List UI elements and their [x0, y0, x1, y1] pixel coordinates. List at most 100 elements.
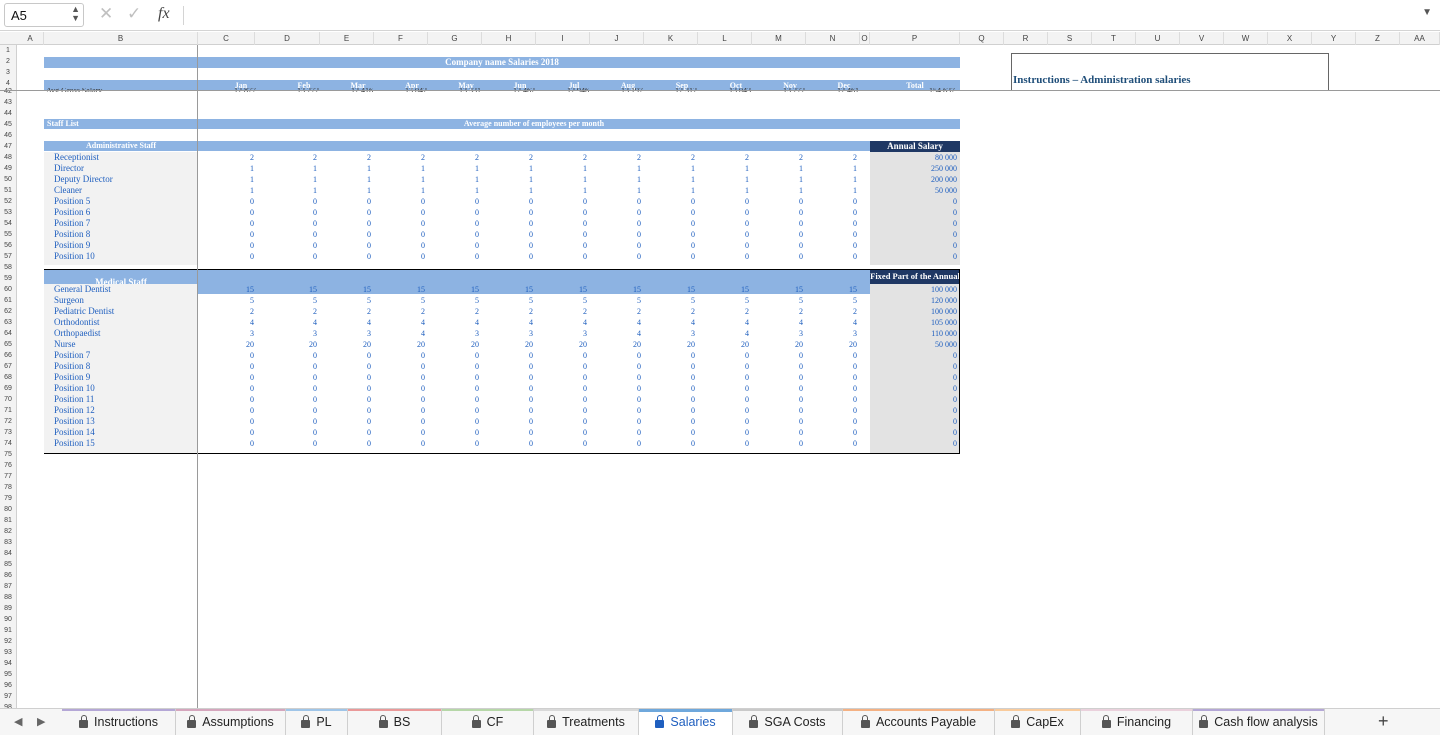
medical-staff-count[interactable]: 0 — [287, 383, 317, 394]
medical-staff-label[interactable]: Position 12 — [54, 405, 95, 416]
row-header[interactable]: 85 — [0, 559, 16, 570]
medical-staff-count[interactable]: 0 — [719, 372, 749, 383]
medical-staff-count[interactable]: 5 — [827, 295, 857, 306]
medical-staff-count[interactable]: 0 — [287, 361, 317, 372]
row-header[interactable]: 78 — [0, 482, 16, 493]
admin-staff-count[interactable]: 0 — [449, 218, 479, 229]
medical-staff-count[interactable]: 3 — [557, 328, 587, 339]
medical-staff-count[interactable]: 4 — [395, 317, 425, 328]
medical-staff-count[interactable]: 0 — [503, 383, 533, 394]
medical-staff-count[interactable]: 4 — [557, 317, 587, 328]
medical-staff-count[interactable]: 0 — [224, 383, 254, 394]
admin-staff-count[interactable]: 1 — [503, 185, 533, 196]
sheet-tab-sga-costs[interactable]: SGA Costs — [733, 709, 843, 735]
medical-staff-count[interactable]: 0 — [449, 427, 479, 438]
admin-staff-count[interactable]: 0 — [773, 196, 803, 207]
admin-staff-count[interactable]: 0 — [611, 240, 641, 251]
admin-staff-count[interactable]: 0 — [224, 218, 254, 229]
row-header[interactable]: 57 — [0, 251, 16, 262]
medical-staff-count[interactable]: 0 — [287, 394, 317, 405]
row-header[interactable]: 73 — [0, 427, 16, 438]
column-header[interactable]: AA — [1400, 32, 1440, 45]
column-header[interactable]: F — [374, 32, 428, 45]
medical-staff-count[interactable]: 0 — [287, 438, 317, 449]
medical-staff-count[interactable]: 0 — [773, 438, 803, 449]
sheet-tab-treatments[interactable]: Treatments — [534, 709, 639, 735]
admin-staff-count[interactable]: 0 — [665, 229, 695, 240]
admin-staff-count[interactable]: 0 — [827, 196, 857, 207]
medical-staff-count[interactable]: 0 — [557, 350, 587, 361]
row-header[interactable]: 61 — [0, 295, 16, 306]
medical-staff-count[interactable]: 0 — [557, 416, 587, 427]
row-header[interactable]: 68 — [0, 372, 16, 383]
medical-staff-count[interactable]: 3 — [449, 328, 479, 339]
medical-staff-count[interactable]: 0 — [827, 361, 857, 372]
medical-fixed-salary[interactable]: 100 000 — [917, 284, 957, 295]
sheet-tab-instructions[interactable]: Instructions — [62, 709, 176, 735]
admin-staff-count[interactable]: 0 — [449, 207, 479, 218]
admin-staff-count[interactable]: 0 — [557, 207, 587, 218]
name-box[interactable]: A5 ▲ ▼ — [4, 3, 84, 27]
medical-staff-count[interactable]: 20 — [611, 339, 641, 350]
admin-staff-count[interactable]: 0 — [224, 196, 254, 207]
admin-staff-count[interactable]: 0 — [287, 218, 317, 229]
admin-staff-label[interactable]: Position 9 — [54, 240, 90, 251]
admin-staff-count[interactable]: 0 — [719, 207, 749, 218]
medical-staff-count[interactable]: 0 — [611, 372, 641, 383]
medical-staff-count[interactable]: 2 — [224, 306, 254, 317]
admin-staff-count[interactable]: 0 — [665, 207, 695, 218]
admin-staff-count[interactable]: 1 — [611, 185, 641, 196]
column-header[interactable]: O — [860, 32, 870, 45]
admin-staff-count[interactable]: 1 — [449, 163, 479, 174]
column-header[interactable]: W — [1224, 32, 1268, 45]
admin-staff-count[interactable]: 0 — [287, 196, 317, 207]
admin-staff-count[interactable]: 0 — [224, 240, 254, 251]
medical-staff-count[interactable]: 0 — [449, 383, 479, 394]
medical-staff-count[interactable]: 2 — [503, 306, 533, 317]
row-header[interactable]: 67 — [0, 361, 16, 372]
medical-staff-count[interactable]: 0 — [719, 361, 749, 372]
medical-staff-count[interactable]: 4 — [719, 317, 749, 328]
admin-staff-count[interactable]: 1 — [827, 174, 857, 185]
medical-staff-count[interactable]: 4 — [611, 317, 641, 328]
admin-staff-count[interactable]: 0 — [827, 218, 857, 229]
row-header[interactable]: 81 — [0, 515, 16, 526]
medical-staff-count[interactable]: 0 — [224, 438, 254, 449]
medical-staff-count[interactable]: 20 — [449, 339, 479, 350]
admin-staff-count[interactable]: 1 — [827, 163, 857, 174]
medical-staff-count[interactable]: 0 — [719, 416, 749, 427]
medical-staff-count[interactable]: 0 — [395, 405, 425, 416]
medical-staff-count[interactable]: 0 — [503, 372, 533, 383]
admin-staff-count[interactable]: 1 — [557, 174, 587, 185]
medical-staff-count[interactable]: 5 — [503, 295, 533, 306]
medical-staff-count[interactable]: 20 — [503, 339, 533, 350]
medical-staff-label[interactable]: Position 7 — [54, 350, 90, 361]
admin-staff-count[interactable]: 1 — [224, 185, 254, 196]
medical-staff-count[interactable]: 0 — [341, 438, 371, 449]
medical-staff-count[interactable]: 15 — [224, 284, 254, 295]
admin-staff-count[interactable]: 1 — [341, 163, 371, 174]
admin-staff-count[interactable]: 0 — [557, 240, 587, 251]
admin-staff-count[interactable]: 0 — [449, 196, 479, 207]
medical-staff-count[interactable]: 0 — [449, 350, 479, 361]
medical-staff-count[interactable]: 0 — [395, 416, 425, 427]
admin-annual-salary[interactable]: 50 000 — [917, 185, 957, 196]
admin-staff-count[interactable]: 1 — [665, 163, 695, 174]
column-header[interactable]: I — [536, 32, 590, 45]
medical-staff-count[interactable]: 20 — [719, 339, 749, 350]
admin-staff-count[interactable]: 0 — [503, 229, 533, 240]
admin-staff-count[interactable]: 1 — [719, 174, 749, 185]
admin-staff-count[interactable]: 2 — [224, 152, 254, 163]
row-header[interactable]: 70 — [0, 394, 16, 405]
admin-staff-count[interactable]: 0 — [224, 229, 254, 240]
admin-staff-count[interactable]: 2 — [773, 152, 803, 163]
medical-staff-count[interactable]: 0 — [827, 372, 857, 383]
admin-staff-count[interactable]: 0 — [719, 240, 749, 251]
column-header[interactable]: Z — [1356, 32, 1400, 45]
medical-staff-count[interactable]: 0 — [665, 416, 695, 427]
medical-staff-count[interactable]: 4 — [449, 317, 479, 328]
admin-staff-count[interactable]: 0 — [341, 240, 371, 251]
freeze-pane-vertical[interactable] — [197, 45, 198, 708]
admin-staff-count[interactable]: 1 — [773, 174, 803, 185]
medical-staff-count[interactable]: 0 — [611, 427, 641, 438]
